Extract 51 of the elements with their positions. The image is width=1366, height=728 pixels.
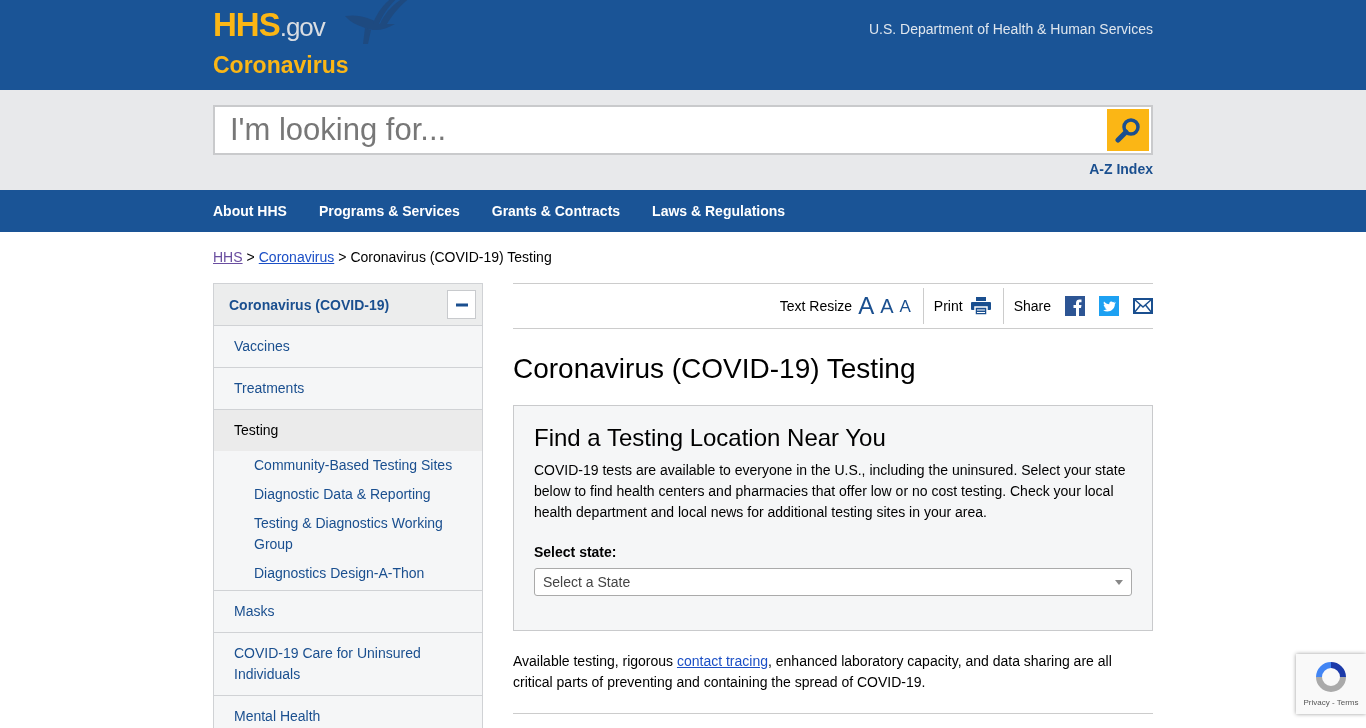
sidebar-title[interactable]: Coronavirus (COVID-19) [229,296,390,313]
facebook-button[interactable] [1065,296,1085,316]
breadcrumb-item[interactable]: HHS [213,249,243,266]
site-title[interactable]: Coronavirus [213,52,349,79]
sidebar-subitem[interactable]: Diagnostics Design-A-Thon [214,559,482,588]
recaptcha-links[interactable]: Privacy - Terms [1303,698,1359,707]
sidebar-item[interactable]: COVID-19 Care for Uninsured Individuals [214,633,482,695]
sidebar-subitem[interactable]: Diagnostic Data & Reporting [214,480,482,509]
select-label: Select state: [534,544,618,560]
sidebar-item[interactable]: Mental Health [214,696,482,728]
sidebar-item[interactable]: Vaccines [214,326,482,367]
contact-tracing-link[interactable]: contact tracing [676,653,768,669]
agency-link[interactable]: U.S. Department of Health & Human Services [869,21,1153,37]
share-label: Share [1013,298,1051,314]
sidebar-item[interactable]: Masks [214,591,482,632]
print-button[interactable]: Print [922,288,991,324]
twitter-button[interactable] [1099,296,1119,316]
sidebar-subitem[interactable]: Testing & Diagnostics Working Group [214,509,482,559]
search-button[interactable] [1107,109,1149,151]
page-title: Coronavirus (COVID-19) Testing [513,353,917,385]
envelope-icon [1133,298,1153,314]
text-size-button[interactable]: A [858,294,875,318]
text-size-button[interactable]: A [899,297,911,315]
nav-link[interactable]: Grants & Contracts [491,203,621,219]
search-input[interactable]: I'm looking for... [215,112,1107,148]
state-dropdown[interactable]: Select a State [534,568,1132,596]
search-icon [1115,117,1141,143]
twitter-icon [1099,296,1119,316]
sidebar-subitem[interactable]: Community-Based Testing Sites [214,451,482,480]
collapse-button[interactable] [447,290,476,319]
sidebar-item[interactable]: Treatments [214,368,482,409]
breadcrumb-separator: > [338,249,347,266]
az-index-link[interactable]: A-Z Index [1089,161,1153,177]
nav-link[interactable]: Laws & Regulations [652,203,786,219]
nav-link[interactable]: Programs & Services [318,203,460,219]
sidebar-item[interactable]: Testing [214,410,482,451]
dropdown-caret-icon [1115,579,1123,585]
text-resize-label: Text Resize [779,298,853,314]
facebook-icon [1065,296,1085,316]
search-field[interactable]: I'm looking for... [213,105,1153,155]
email-button[interactable] [1133,298,1153,314]
printer-icon [970,297,991,315]
hhs-logo[interactable]: HHS.gov [213,0,325,44]
text-size-button[interactable]: A [880,296,894,316]
breadcrumb-item: Coronavirus (COVID-19) Testing [350,249,552,266]
breadcrumb-separator: > [246,249,255,266]
panel-heading: Find a Testing Location Near You [534,424,887,452]
panel-text: COVID-19 tests are available to everyone in the U.S., including the uninsured. Select your state below to find health centers and pharmacies that offer low or no cost testing. Check your local health department and local news for additional testing sites in your area. [534,461,1127,522]
body-paragraph: Available testing, rigorous contact tracing, enhanced laboratory capacity, and data sharing are all critical parts of preventing and containing the spread of COVID-19. [513,652,1113,692]
nav-link[interactable]: About HHS [213,203,287,219]
breadcrumb-item[interactable]: Coronavirus [258,249,335,266]
